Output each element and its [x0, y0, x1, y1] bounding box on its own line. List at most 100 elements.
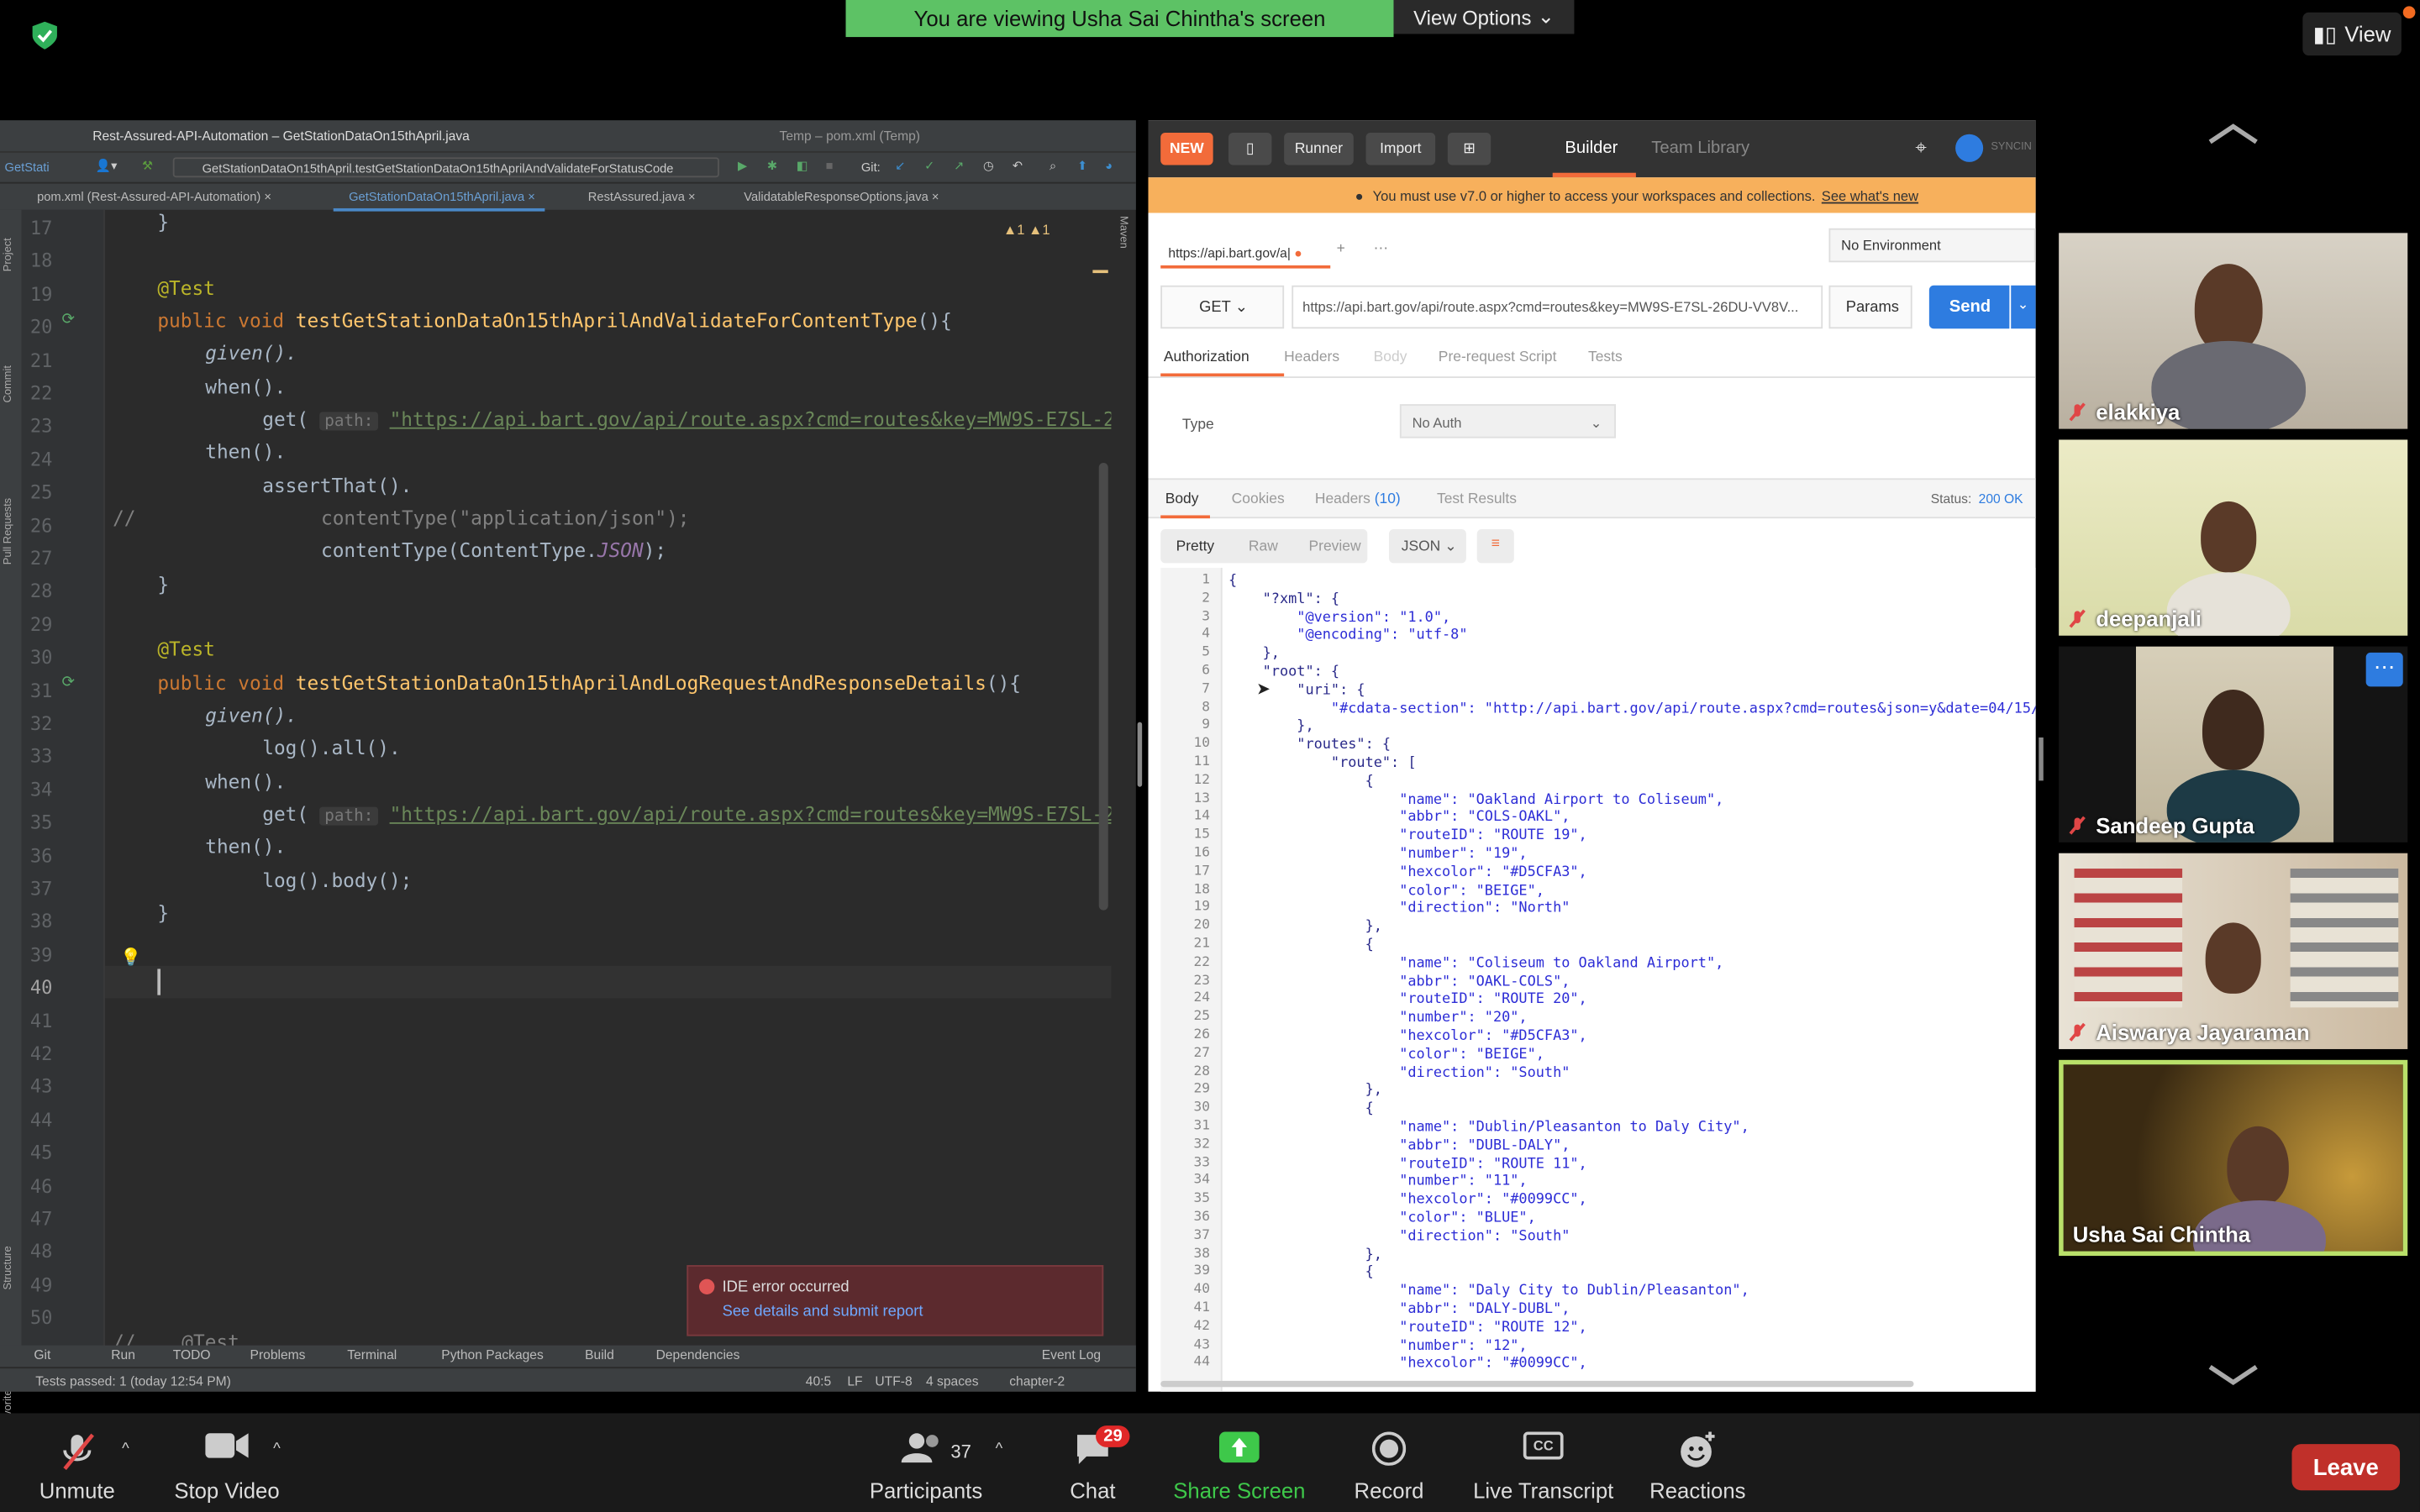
tab-validatable[interactable]: ValidatableResponseOptions.java ×	[744, 190, 939, 204]
chat-button[interactable]: 29 Chat	[1062, 1413, 1130, 1512]
resp-tab-cookies[interactable]: Cookies	[1232, 491, 1285, 507]
tool-event-log[interactable]: Event Log	[1042, 1347, 1101, 1362]
tool-problems[interactable]: Problems	[250, 1347, 306, 1362]
tool-git[interactable]: Git	[34, 1347, 50, 1362]
format-select[interactable]: JSON ⌄	[1389, 528, 1466, 564]
runner-button[interactable]: Runner	[1284, 132, 1354, 165]
debug-icon[interactable]: ✱	[767, 159, 777, 173]
tool-todo[interactable]: TODO	[173, 1347, 211, 1362]
split-handle[interactable]	[1137, 722, 1143, 787]
tab-prerequest[interactable]: Pre-request Script	[1439, 349, 1557, 365]
run-config-selector[interactable]: GetStationDataOn15thApril.testGetStation…	[172, 157, 719, 178]
tab-authorization[interactable]: Authorization	[1164, 349, 1249, 365]
security-shield-icon[interactable]	[32, 21, 57, 50]
tab-pom-xml[interactable]: pom.xml (Rest-Assured-API-Automation) ×	[37, 190, 271, 204]
git-push-icon[interactable]: ↗	[954, 159, 964, 173]
interceptor-icon[interactable]: ⌖	[1915, 136, 1926, 160]
view-preview[interactable]: Preview	[1309, 538, 1361, 555]
participants-button[interactable]: 37 Participants	[865, 1413, 988, 1512]
resp-tab-test-results[interactable]: Test Results	[1437, 491, 1517, 507]
reactions-button[interactable]: Reactions	[1649, 1413, 1748, 1512]
view-button[interactable]: ▮▯ View	[2302, 12, 2402, 56]
live-transcript-button[interactable]: CC Live Transcript	[1470, 1413, 1618, 1512]
stop-video-button[interactable]: Stop Video	[170, 1413, 284, 1512]
editor-scrollbar[interactable]	[1098, 463, 1108, 911]
video-options-icon[interactable]: ^	[273, 1441, 281, 1457]
more-tabs-icon[interactable]: ⋯	[1374, 241, 1388, 258]
view-options-button[interactable]: View Options ⌄	[1393, 0, 1575, 34]
lightbulb-icon[interactable]: 💡	[120, 948, 141, 968]
side-commit[interactable]: Commit	[3, 365, 14, 402]
git-update-icon[interactable]: ↙	[895, 159, 905, 173]
search-icon[interactable]: ⌕	[1050, 159, 1056, 174]
tool-terminal[interactable]: Terminal	[347, 1347, 397, 1362]
response-body[interactable]: 1 {2 "?xml": {3 "@version": "1.0", 4 "@enc…	[1160, 567, 2036, 1392]
send-button[interactable]: Send	[1928, 285, 2010, 329]
project-selector[interactable]: GetStati	[5, 160, 50, 175]
indent-setting[interactable]: 4 spaces	[926, 1373, 979, 1389]
audio-options-icon[interactable]: ^	[122, 1441, 129, 1457]
git-branch[interactable]: chapter-2	[1009, 1373, 1065, 1389]
request-tab[interactable]: https://api.bart.gov/a| ●	[1160, 238, 1331, 269]
sidebar-toggle-icon[interactable]: ▯	[1228, 132, 1272, 165]
rollback-icon[interactable]: ↶	[1013, 159, 1023, 173]
participant-tile-active[interactable]: Usha Sai Chintha	[2059, 1059, 2408, 1257]
share-screen-button[interactable]: Share Screen	[1170, 1413, 1308, 1512]
ide-error-notification[interactable]: IDE error occurred See details and submi…	[687, 1265, 1104, 1336]
new-button[interactable]: NEW	[1160, 132, 1213, 165]
plugin-icon[interactable]: ◕	[1105, 159, 1113, 173]
params-button[interactable]: Params	[1828, 285, 1912, 329]
cursor-position[interactable]: 40:5	[806, 1373, 831, 1389]
tab-headers[interactable]: Headers	[1284, 349, 1339, 365]
test-status[interactable]: Tests passed: 1 (today 12:54 PM)	[35, 1373, 231, 1389]
view-raw[interactable]: Raw	[1249, 538, 1278, 555]
tab-restassured[interactable]: RestAssured.java ×	[588, 190, 696, 204]
stop-icon[interactable]: ■	[826, 159, 834, 173]
new-window-icon[interactable]: ⊞	[1447, 132, 1491, 165]
side-pull-requests[interactable]: Pull Requests	[3, 498, 14, 564]
participant-tile[interactable]: elakkiya	[2059, 233, 2408, 429]
tool-dependencies[interactable]: Dependencies	[656, 1347, 740, 1362]
tool-build[interactable]: Build	[585, 1347, 614, 1362]
user-icon[interactable]: 👤▾	[96, 159, 118, 173]
history-icon[interactable]: ◷	[983, 159, 994, 173]
tab-tests[interactable]: Tests	[1588, 349, 1623, 365]
team-library-tab[interactable]: Team Library	[1651, 139, 1749, 157]
run-test-gutter-icon[interactable]: ⟳	[61, 675, 74, 691]
participant-tile[interactable]: Aiswarya Jayaraman	[2059, 853, 2408, 1049]
error-report-link[interactable]: See details and submit report	[723, 1304, 923, 1320]
side-structure[interactable]: Structure	[3, 1246, 14, 1289]
coverage-icon[interactable]: ◧	[797, 159, 808, 173]
run-icon[interactable]: ▶	[738, 159, 747, 173]
view-pretty[interactable]: Pretty	[1176, 538, 1215, 555]
chevron-down-icon[interactable]	[2207, 1364, 2259, 1386]
tool-python-packages[interactable]: Python Packages	[441, 1347, 544, 1362]
maven-panel[interactable]: Maven	[1118, 216, 1128, 249]
import-button[interactable]: Import	[1365, 132, 1436, 165]
line-separator[interactable]: LF	[847, 1373, 862, 1389]
send-dropdown-icon[interactable]: ⌄	[2011, 285, 2036, 329]
code-editor[interactable]: } @Test public void testGetStationDataOn…	[105, 210, 1111, 1352]
git-commit-icon[interactable]: ✓	[924, 159, 934, 173]
resp-tab-headers[interactable]: Headers (10)	[1315, 491, 1401, 507]
tab-body[interactable]: Body	[1374, 349, 1407, 365]
method-select[interactable]: GET ⌄	[1160, 285, 1285, 329]
participant-tile[interactable]: deepanjali	[2059, 439, 2408, 636]
record-button[interactable]: Record	[1346, 1413, 1433, 1512]
sync-icon[interactable]	[1955, 134, 1984, 162]
leave-button[interactable]: Leave	[2291, 1444, 2401, 1491]
update-icon[interactable]: ⬆	[1077, 159, 1087, 173]
auth-type-select[interactable]: No Auth ⌄	[1399, 404, 1617, 438]
add-tab-icon[interactable]: +	[1337, 241, 1345, 258]
url-input[interactable]: https://api.bart.gov/api/route.aspx?cmd=…	[1292, 285, 1823, 329]
chevron-up-icon[interactable]	[2207, 123, 2259, 145]
tool-run[interactable]: Run	[111, 1347, 135, 1362]
more-options-icon[interactable]: ⋯	[2365, 652, 2403, 687]
horizontal-scrollbar[interactable]	[1160, 1380, 1914, 1388]
environment-select[interactable]: No Environment	[1828, 228, 2036, 263]
resp-tab-body[interactable]: Body	[1165, 491, 1199, 507]
unmute-button[interactable]: Unmute	[34, 1413, 120, 1512]
run-test-gutter-icon[interactable]: ⟳	[61, 312, 74, 328]
builder-tab[interactable]: Builder	[1565, 139, 1618, 157]
side-project[interactable]: Project	[3, 238, 14, 271]
